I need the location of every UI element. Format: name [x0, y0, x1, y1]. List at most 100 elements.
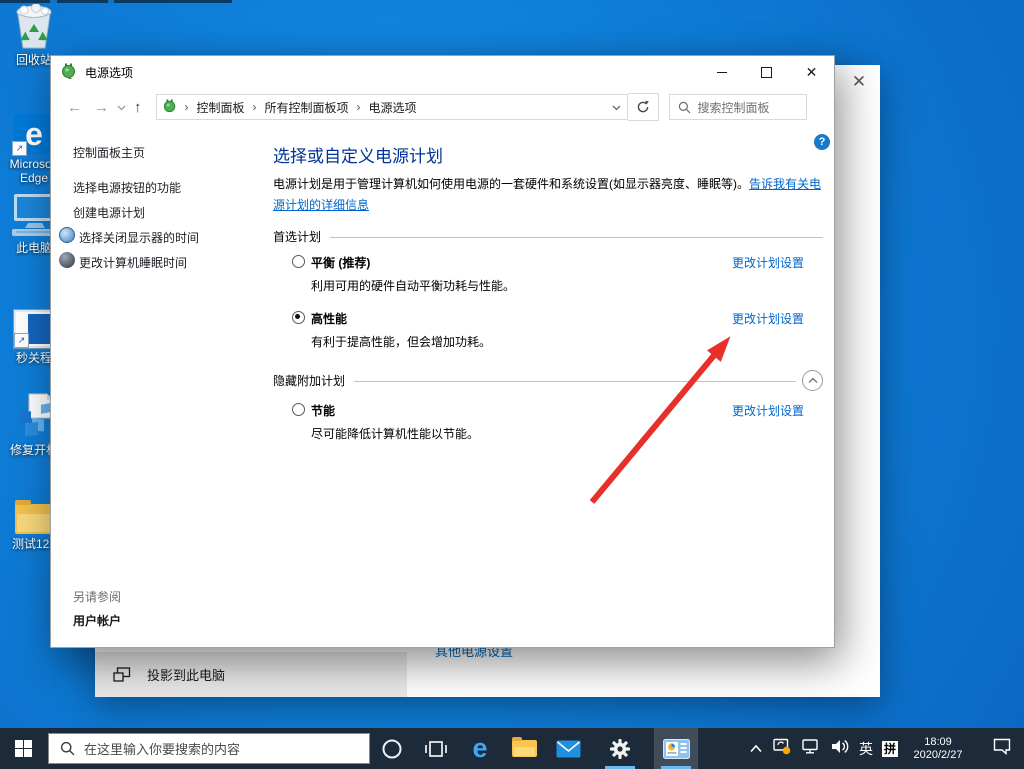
sidebar-item-power-buttons[interactable]: 选择电源按钮的功能: [73, 179, 181, 196]
see-also-label: 另请参阅: [73, 590, 122, 604]
address-bar[interactable]: › 控制面板 › 所有控制面板项 › 电源选项: [155, 94, 628, 120]
plan-row-high-performance: 高性能 更改计划设置 有利于提高性能，但会增加功耗。: [273, 310, 823, 360]
task-view-icon: [425, 740, 447, 757]
sidebar-item-project-to-pc[interactable]: 投影到此电脑: [95, 652, 407, 697]
recycle-bin-icon: [2, 4, 66, 50]
clock-date: 2020/2/27: [913, 748, 963, 761]
minimize-button[interactable]: [699, 56, 744, 88]
plan-name[interactable]: 高性能: [311, 310, 347, 327]
taskbar-file-explorer-button[interactable]: [502, 728, 546, 769]
ime-mode-button[interactable]: 拼: [881, 740, 898, 757]
sidebar-item-sleep-time[interactable]: 更改计算机睡眠时间: [79, 254, 187, 271]
cortana-icon: [382, 739, 402, 758]
shortcut-arrow-icon: ↗: [14, 333, 29, 348]
control-panel-icon: [662, 738, 690, 759]
settings-close-icon[interactable]: ✕: [848, 71, 870, 93]
app-window-icon: ↗: [14, 310, 54, 348]
folder-icon: [15, 500, 53, 534]
shortcut-arrow-icon: ↗: [12, 141, 27, 156]
change-plan-settings-link[interactable]: 更改计划设置: [732, 254, 804, 271]
page-title: 选择或自定义电源计划: [273, 147, 443, 166]
plan-row-balanced: 平衡 (推荐) 更改计划设置 利用可用的硬件自动平衡功耗与性能。: [273, 254, 823, 304]
clock-time: 18:09: [924, 735, 952, 748]
change-plan-settings-link[interactable]: 更改计划设置: [732, 310, 804, 327]
desktop: 回收站 e ↗ Microsoft Edge 此电脑 ↗ 秒关程 修复开机 测试…: [0, 0, 1024, 769]
titlebar[interactable]: 电源选项 ✕: [51, 56, 834, 88]
power-options-window: 电源选项 ✕ ← → ↑ › 控制面板 › 所有控制面板项 › 电源选项 搜索控…: [50, 55, 835, 648]
breadcrumb-all-items[interactable]: 所有控制面板项: [265, 99, 349, 116]
close-button[interactable]: ✕: [789, 56, 834, 88]
section-label: 隐藏附加计划: [273, 374, 346, 388]
plan-name[interactable]: 节能: [311, 402, 335, 419]
windows-logo-icon: [14, 740, 32, 757]
tray-network-button[interactable]: [801, 737, 821, 760]
radio-balanced[interactable]: [292, 255, 305, 268]
section-label: 首选计划: [273, 230, 322, 244]
speaker-icon: [831, 739, 849, 753]
taskbar-edge-button[interactable]: e: [458, 728, 502, 769]
security-badge-icon: [773, 738, 791, 755]
edge-icon: e ↗: [12, 114, 54, 156]
plan-description: 尽可能降低计算机性能以节能。: [311, 427, 480, 441]
back-button[interactable]: ←: [67, 99, 82, 116]
taskbar-mail-button[interactable]: [546, 728, 590, 769]
navigation-toolbar: ← → ↑ › 控制面板 › 所有控制面板项 › 电源选项 搜索控制面板: [51, 88, 834, 126]
search-icon: [60, 741, 75, 756]
power-options-icon: [163, 98, 177, 116]
history-dropdown-icon[interactable]: [117, 100, 126, 114]
window-title: 电源选项: [85, 65, 134, 80]
control-panel-search[interactable]: 搜索控制面板: [668, 94, 807, 120]
taskbar-settings-button[interactable]: [598, 728, 642, 769]
display-off-time-icon: [59, 227, 75, 243]
breadcrumb-control-panel[interactable]: 控制面板: [197, 99, 245, 116]
file-explorer-icon: [511, 737, 537, 757]
refresh-button[interactable]: [627, 93, 659, 121]
radio-high-performance[interactable]: [292, 311, 305, 324]
sidebar-item-create-plan[interactable]: 创建电源计划: [73, 204, 145, 221]
action-center-button[interactable]: [992, 737, 1012, 760]
power-options-icon: [61, 63, 77, 82]
network-display-icon: [802, 739, 818, 754]
taskbar-clock[interactable]: 18:09 2020/2/27: [907, 736, 969, 762]
help-icon[interactable]: ?: [814, 134, 830, 150]
breadcrumb-separator: ›: [184, 100, 189, 114]
plan-row-power-saver: 节能 更改计划设置 尽可能降低计算机性能以节能。: [273, 402, 823, 452]
tray-volume-button[interactable]: [830, 738, 850, 760]
mail-icon: [556, 740, 580, 757]
up-button[interactable]: ↑: [134, 99, 142, 116]
taskbar-task-view-button[interactable]: [414, 728, 458, 769]
address-dropdown-icon[interactable]: [612, 100, 621, 114]
section-divider: [330, 236, 823, 238]
section-divider: [354, 380, 796, 382]
search-icon: [678, 101, 690, 113]
forward-button[interactable]: →: [94, 99, 109, 116]
sleep-time-icon: [59, 252, 75, 268]
sidebar-item-label: 投影到此电脑: [147, 668, 226, 683]
gear-icon: [610, 738, 630, 759]
taskbar-search-input[interactable]: 在这里输入你要搜索的内容: [48, 733, 370, 764]
tray-security-button[interactable]: [772, 737, 792, 760]
section-preferred-plans: 首选计划: [273, 228, 823, 245]
chevron-up-icon: [750, 744, 762, 752]
taskbar-search-placeholder: 在这里输入你要搜索的内容: [84, 742, 241, 757]
start-button[interactable]: [0, 728, 46, 769]
plan-description: 利用可用的硬件自动平衡功耗与性能。: [311, 279, 516, 293]
tray-expand-button[interactable]: [749, 740, 763, 758]
plan-name[interactable]: 平衡 (推荐): [311, 254, 370, 271]
sidebar-item-display-off-time[interactable]: 选择关闭显示器的时间: [79, 229, 199, 246]
taskbar-control-panel-button[interactable]: [654, 728, 698, 769]
change-plan-settings-link[interactable]: 更改计划设置: [732, 402, 804, 419]
breadcrumb-power-options[interactable]: 电源选项: [369, 99, 417, 116]
sidebar-item-home[interactable]: 控制面板主页: [73, 144, 145, 161]
sidebar-item-user-accounts[interactable]: 用户帐户: [73, 612, 121, 629]
chevron-up-icon: [808, 377, 817, 383]
taskbar-cortana-button[interactable]: [370, 728, 414, 769]
maximize-button[interactable]: [744, 56, 789, 88]
collapse-section-button[interactable]: [802, 370, 823, 391]
ime-language-button[interactable]: 英: [859, 739, 873, 759]
page-description: 电源计划是用于管理计算机如何使用电源的一套硬件和系统设置(如显示器亮度、睡眠等)…: [273, 177, 822, 212]
radio-power-saver[interactable]: [292, 403, 305, 416]
breadcrumb-separator: ›: [252, 100, 257, 114]
plan-description: 有利于提高性能，但会增加功耗。: [311, 335, 492, 349]
edge-icon: e: [472, 733, 488, 763]
